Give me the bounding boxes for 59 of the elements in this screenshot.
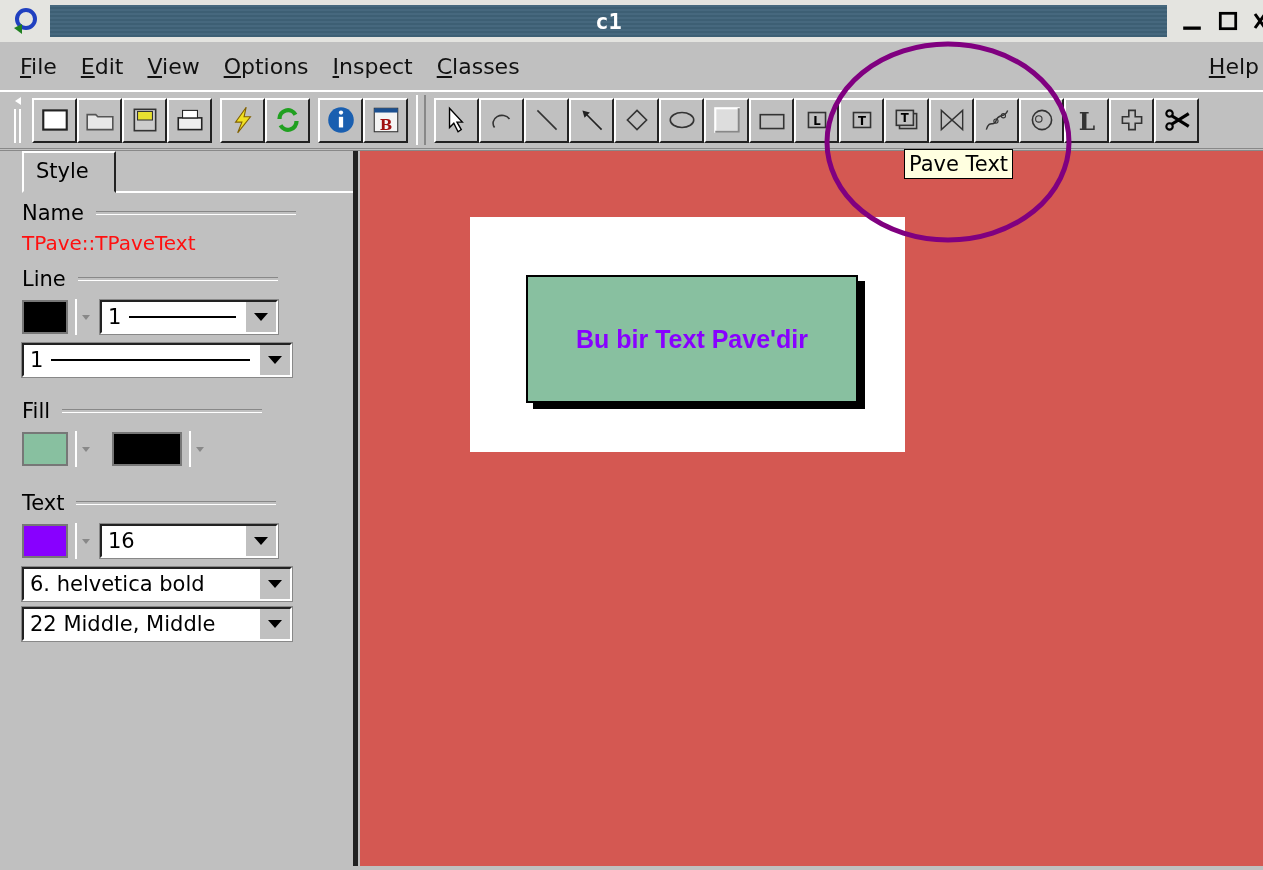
cut-tool-button[interactable] bbox=[929, 97, 974, 143]
interrupt-tool-button[interactable] bbox=[220, 97, 265, 143]
pavetext-tool-button[interactable]: T bbox=[884, 97, 929, 143]
pave-tool-button[interactable] bbox=[749, 97, 794, 143]
menu-item[interactable]: File bbox=[20, 53, 57, 79]
menu-item[interactable]: Help bbox=[1208, 53, 1259, 79]
browser-tool-button[interactable]: B bbox=[363, 97, 408, 143]
pointer-tool-button[interactable] bbox=[434, 97, 479, 143]
caret-icon[interactable] bbox=[258, 609, 290, 639]
section-label: Text bbox=[22, 491, 65, 515]
print-tool-button[interactable] bbox=[167, 97, 212, 143]
fill-pattern-swatch[interactable] bbox=[112, 432, 182, 466]
fill-color-swatch[interactable] bbox=[22, 432, 68, 466]
arc-tool-button[interactable] bbox=[479, 97, 524, 143]
text-tool-button[interactable]: T bbox=[839, 97, 884, 143]
latex-tool-button[interactable]: L bbox=[1064, 97, 1109, 143]
menu-item[interactable]: View bbox=[147, 53, 200, 79]
canvas-tool-button[interactable] bbox=[32, 97, 77, 143]
section-label: Fill bbox=[22, 399, 51, 423]
menu-item[interactable]: Edit bbox=[80, 53, 124, 79]
open-tool-button[interactable] bbox=[77, 97, 122, 143]
serif-letter-icon: L bbox=[1070, 104, 1103, 136]
caret-icon[interactable] bbox=[258, 569, 290, 599]
toolbar-grip-icon[interactable] bbox=[12, 95, 24, 145]
canvas[interactable]: Bu bir Text Pave'dir Pave Text bbox=[360, 151, 1263, 866]
refresh-tool-button[interactable] bbox=[265, 97, 310, 143]
cross-tool-button[interactable] bbox=[1109, 97, 1154, 143]
menu-item[interactable]: Classes bbox=[436, 53, 520, 79]
pad-tool-button[interactable] bbox=[704, 97, 749, 143]
line-color-swatch[interactable] bbox=[22, 300, 68, 334]
style-tab[interactable]: Style bbox=[22, 151, 116, 193]
caret-icon[interactable] bbox=[258, 345, 290, 375]
menu-item[interactable]: Inspect bbox=[332, 53, 413, 79]
menu-item[interactable]: Options bbox=[223, 53, 309, 79]
caret-icon[interactable] bbox=[244, 526, 276, 556]
line-style-combo[interactable]: 1 bbox=[22, 343, 292, 377]
arrow-tool-button[interactable] bbox=[569, 97, 614, 143]
maximize-icon[interactable] bbox=[1217, 10, 1239, 32]
pave-text: Bu bir Text Pave'dir bbox=[576, 324, 808, 354]
ellipse-tool-button[interactable] bbox=[659, 97, 704, 143]
font-combo[interactable]: 6. helvetica bold bbox=[22, 567, 292, 601]
save-tool-button[interactable] bbox=[122, 97, 167, 143]
line-width-combo[interactable]: 1 bbox=[100, 300, 278, 334]
tooltip: Pave Text bbox=[904, 149, 1014, 179]
info-tool-button[interactable] bbox=[318, 97, 363, 143]
toolbar-separator bbox=[416, 95, 426, 145]
section-label: Name bbox=[22, 201, 84, 225]
text-size-combo[interactable]: 16 bbox=[100, 524, 278, 558]
marker-tool-button[interactable] bbox=[1019, 97, 1064, 143]
text-color-swatch[interactable] bbox=[22, 524, 68, 558]
diamond-tool-button[interactable] bbox=[614, 97, 659, 143]
line-tool-button[interactable] bbox=[524, 97, 569, 143]
object-name: TPave::TPaveText bbox=[22, 231, 197, 255]
section-label: Line bbox=[22, 267, 66, 291]
window-title: c1 bbox=[595, 8, 622, 34]
caret-icon[interactable] bbox=[244, 302, 276, 332]
scissors-tool-button[interactable] bbox=[1154, 97, 1199, 143]
curly-tool-button[interactable] bbox=[974, 97, 1019, 143]
alignment-combo[interactable]: 22 Middle, Middle bbox=[22, 607, 292, 641]
